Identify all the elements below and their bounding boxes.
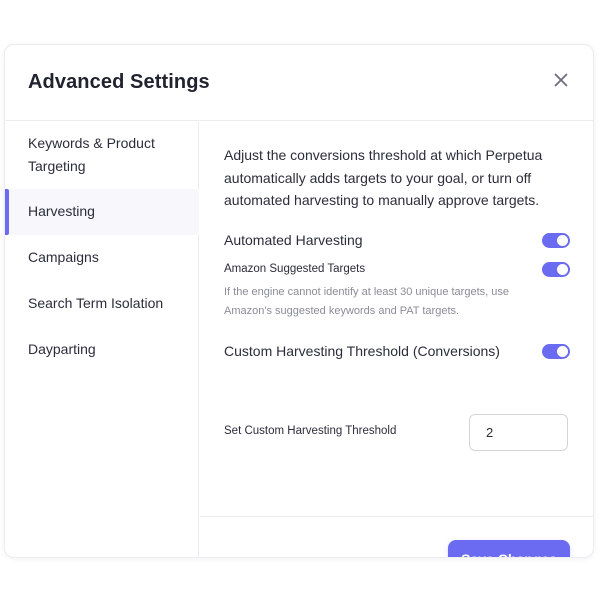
- close-icon: [554, 73, 568, 87]
- sidebar-item-campaigns[interactable]: Campaigns: [5, 235, 199, 281]
- harvesting-panel: Adjust the conversions threshold at whic…: [200, 122, 593, 557]
- sidebar-item-label: Harvesting: [28, 203, 95, 219]
- automated-harvesting-label: Automated Harvesting: [224, 232, 363, 248]
- threshold-input[interactable]: [469, 414, 568, 451]
- advanced-settings-modal: Advanced Settings Keywords & Product Tar…: [4, 44, 594, 558]
- automated-harvesting-toggle[interactable]: [542, 233, 570, 248]
- toggle-knob: [557, 264, 568, 275]
- sidebar-item-dayparting[interactable]: Dayparting: [5, 327, 199, 373]
- custom-harvesting-threshold-label: Custom Harvesting Threshold (Conversions…: [224, 343, 500, 359]
- modal-header: Advanced Settings: [5, 45, 593, 121]
- amazon-suggested-helper-text: If the engine cannot identify at least 3…: [224, 286, 509, 317]
- close-button[interactable]: [550, 69, 572, 91]
- harvesting-description: Adjust the conversions threshold at whic…: [224, 147, 543, 208]
- sidebar-item-label: Search Term Isolation: [28, 295, 164, 311]
- amazon-suggested-targets-toggle[interactable]: [542, 262, 570, 277]
- toggle-knob: [557, 235, 568, 246]
- amazon-suggested-targets-label: Amazon Suggested Targets: [224, 263, 366, 275]
- save-changes-button[interactable]: Save Changes: [448, 540, 570, 557]
- settings-sidebar: Keywords & Product Targeting Harvesting …: [5, 122, 199, 557]
- sidebar-item-harvesting[interactable]: Harvesting: [5, 189, 199, 235]
- footer-divider: [200, 516, 593, 517]
- set-threshold-label: Set Custom Harvesting Threshold: [224, 425, 397, 437]
- modal-title: Advanced Settings: [28, 71, 210, 93]
- sidebar-item-label: Keywords & Product Targeting: [28, 135, 155, 174]
- custom-harvesting-threshold-toggle[interactable]: [542, 344, 570, 359]
- sidebar-item-search-term-isolation[interactable]: Search Term Isolation: [5, 281, 199, 327]
- toggle-knob: [557, 346, 568, 357]
- sidebar-item-label: Dayparting: [28, 341, 96, 357]
- sidebar-item-label: Campaigns: [28, 249, 99, 265]
